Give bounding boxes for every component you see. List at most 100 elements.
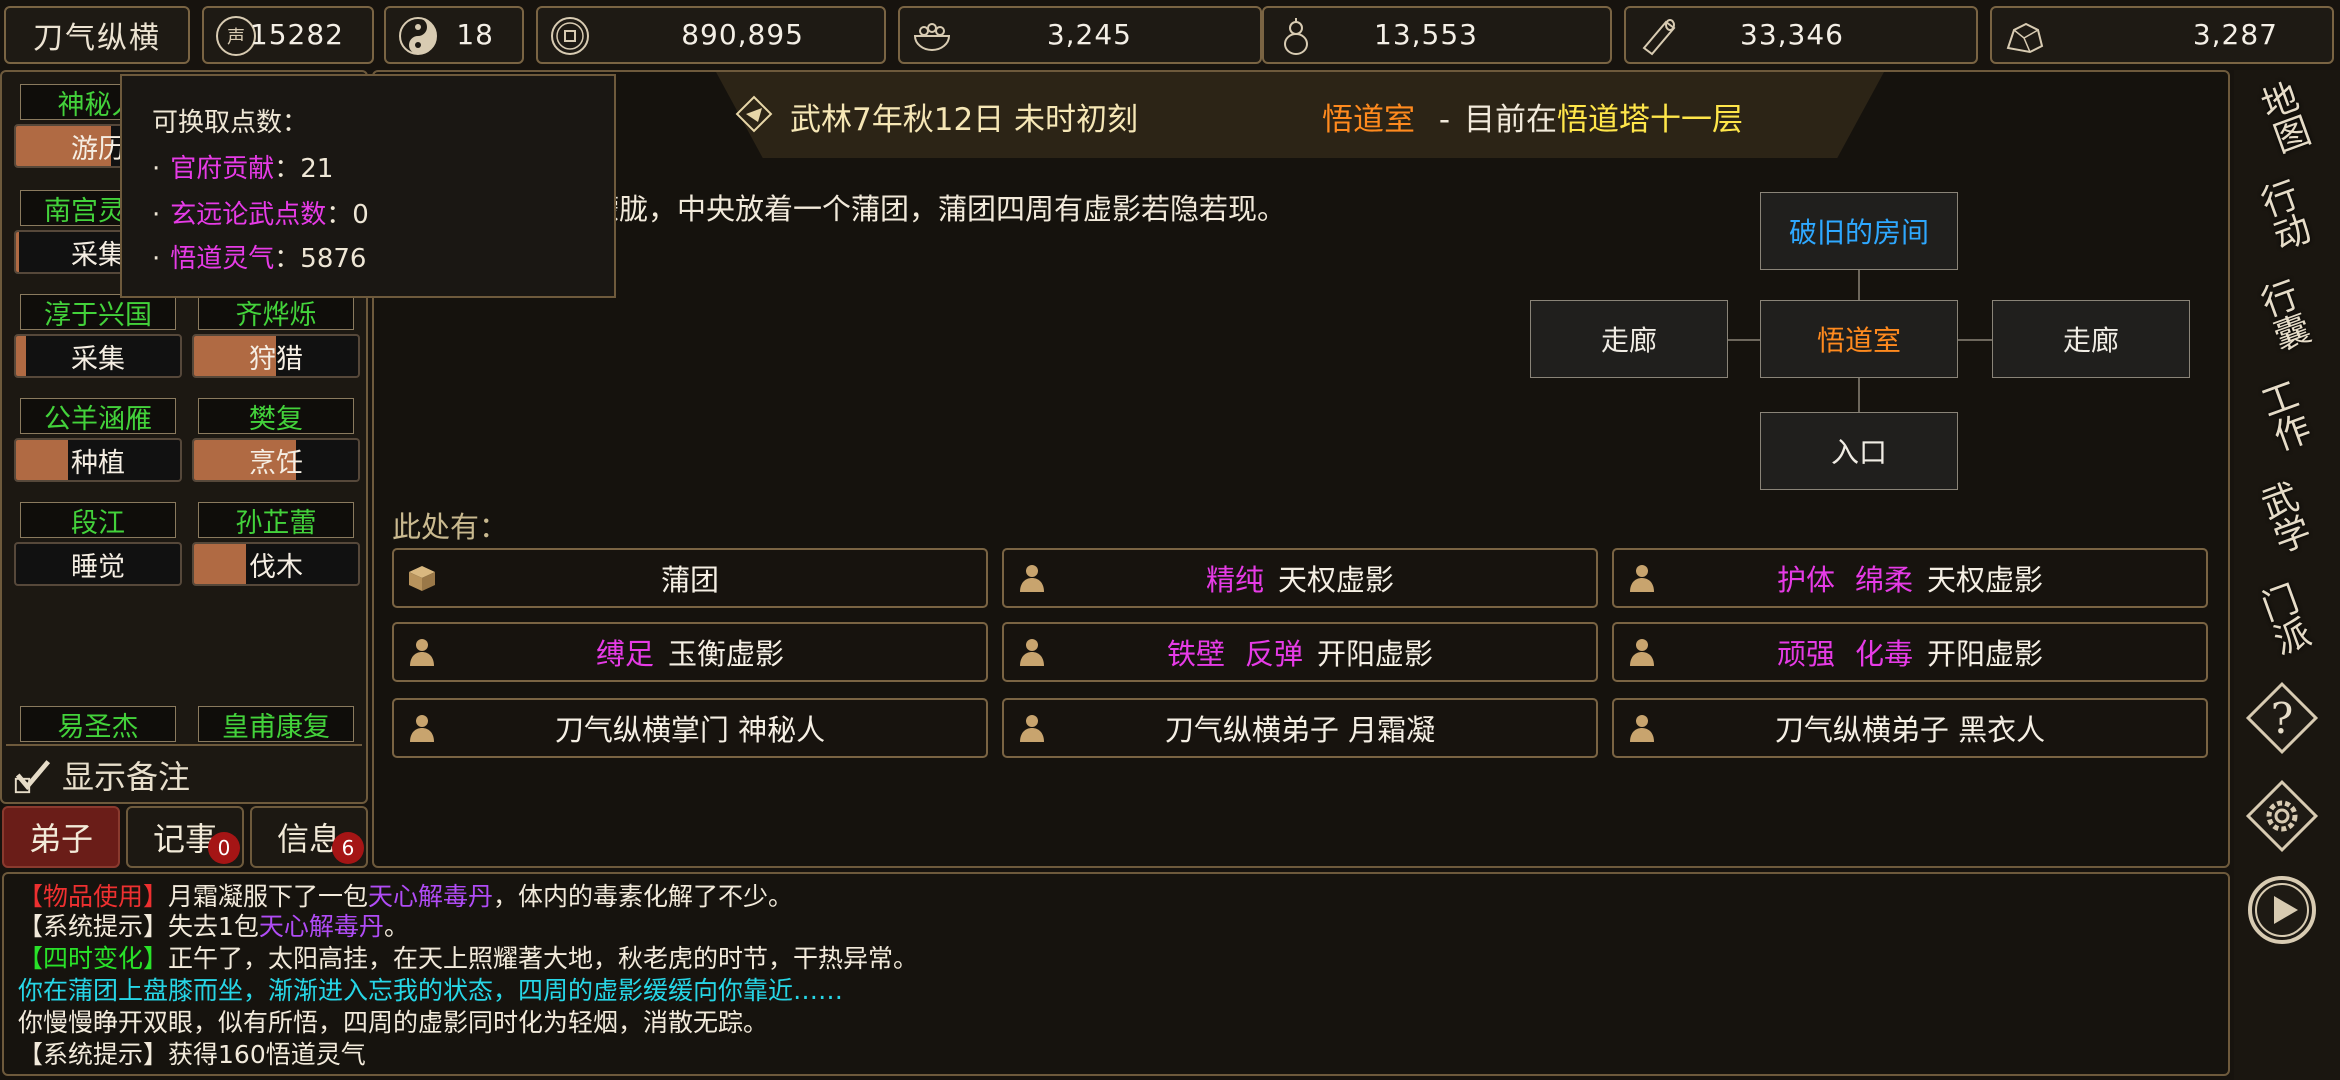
- log-text: 获得160悟道灵气: [168, 1040, 366, 1069]
- tab-disciples[interactable]: 弟子: [2, 806, 120, 868]
- disciple-card[interactable]: 樊复 烹饪: [192, 394, 360, 486]
- log-tag: 【系统提示】: [18, 1040, 169, 1069]
- current-room: 悟道室: [1322, 102, 1415, 138]
- disciple-card[interactable]: 易圣杰: [14, 702, 182, 742]
- herb-gourd-icon: [1284, 18, 1308, 55]
- ore-value: 3,287: [2192, 18, 2278, 51]
- tooltip-item-label: 玄远论武点数: [170, 200, 327, 230]
- npc-tianquan-2[interactable]: 护体 绵柔 天权虚影: [1612, 548, 2208, 608]
- ore-stone-icon: [2006, 22, 2044, 54]
- person-icon: [1630, 565, 1654, 592]
- map-icon[interactable]: 地图: [2242, 76, 2322, 159]
- work-icon[interactable]: 工作: [2242, 375, 2322, 457]
- wood-counter[interactable]: 33,346: [1624, 6, 1978, 64]
- help-label: ?: [2270, 693, 2294, 743]
- side-label: 地图: [2250, 76, 2315, 159]
- disciple-name: 淳于兴国: [20, 294, 176, 331]
- tooltip-item: · 玄远论武点数：0: [152, 200, 369, 230]
- location-text: 悟道室 - 目前在悟道塔十一层: [1322, 94, 1743, 139]
- log-line: 你慢慢睁开双眼，似有所悟，四周的虚影同时化为轻烟，消散无踪。: [18, 1008, 769, 1037]
- reputation-counter[interactable]: 声 15282: [202, 6, 374, 64]
- herb-value: 13,553: [1374, 18, 1478, 51]
- log-tag: 【四时变化】: [18, 944, 169, 973]
- events-count-badge: 0: [208, 832, 240, 864]
- messages-count-badge: 6: [332, 832, 364, 864]
- npc-name: 天权虚影: [1927, 563, 2044, 597]
- herb-counter[interactable]: 13,553: [1262, 6, 1612, 64]
- person-icon: [1020, 565, 1044, 592]
- yinyang-counter[interactable]: 18: [384, 6, 524, 64]
- map-room-north[interactable]: 破旧的房间: [1760, 192, 1958, 270]
- map-room-west[interactable]: 走廊: [1530, 300, 1728, 378]
- room-description: 朦胧，中央放着一个蒲团，蒲团四周有虚影若隐若现。: [590, 192, 1287, 226]
- npc-disciple-yueshuangning[interactable]: 刀气纵横弟子 月霜凝: [1002, 698, 1598, 758]
- ore-counter[interactable]: 3,287: [1990, 6, 2334, 64]
- person-icon: [410, 715, 434, 742]
- play-icon[interactable]: [2242, 870, 2322, 950]
- npc-name: 开阳虚影: [1927, 637, 2044, 671]
- npc-yuheng[interactable]: 缚足 玉衡虚影: [392, 622, 988, 682]
- disciple-card[interactable]: 淳于兴国 采集: [14, 290, 182, 382]
- disciple-card[interactable]: 公羊涵雁 种植: [14, 394, 182, 486]
- npc-name: 开阳虚影: [1317, 637, 1434, 671]
- log-line: 【系统提示】获得160悟道灵气: [18, 1040, 366, 1070]
- log-line: 【四时变化】正午了，太阳高挂，在天上照耀著大地，秋老虎的时节，干热异常。: [18, 944, 918, 974]
- map-room-center[interactable]: 悟道室: [1760, 300, 1958, 378]
- npc-name: 天权虚影: [1278, 563, 1395, 597]
- npc-trait: 缚足: [595, 637, 654, 671]
- action-icon[interactable]: 行动: [2242, 175, 2322, 257]
- map-room-east[interactable]: 走廊: [1992, 300, 2190, 378]
- log-tag: 【系统提示】: [18, 912, 169, 941]
- object-cushion[interactable]: 蒲团: [392, 548, 988, 608]
- tooltip-item: · 官府贡献：21: [152, 154, 334, 184]
- map-connector: [1858, 378, 1860, 412]
- npc-kaiyang-2[interactable]: 顽强 化毒 开阳虚影: [1612, 622, 2208, 682]
- coin-counter[interactable]: 890,895: [536, 6, 886, 64]
- npc-name: 刀气纵横弟子 黑衣人: [1774, 713, 2046, 747]
- disciple-activity-bar: 采集: [14, 334, 182, 378]
- log-text: ，体内的毒素化解了不少。: [493, 882, 794, 911]
- npc-sect-master[interactable]: 刀气纵横掌门 神秘人: [392, 698, 988, 758]
- disciple-name: 公羊涵雁: [20, 398, 176, 435]
- disciple-activity: 狩猎: [249, 343, 303, 375]
- disciple-card[interactable]: 齐烨烁 狩猎: [192, 290, 360, 382]
- log-tag: 【物品使用】: [18, 882, 169, 911]
- npc-name: 玉衡虚影: [668, 637, 785, 671]
- disciple-card[interactable]: 皇甫康复: [192, 702, 360, 742]
- food-counter[interactable]: 3,245: [898, 6, 1262, 64]
- tab-messages-label: 信息: [276, 820, 341, 858]
- tooltip-item-sep: ：: [274, 244, 301, 274]
- npc-trait: 铁壁: [1166, 637, 1225, 671]
- martial-icon[interactable]: 武学: [2242, 476, 2322, 559]
- npc-disciple-heiyiren[interactable]: 刀气纵横弟子 黑衣人: [1612, 698, 2208, 758]
- npc-trait-2: 化毒: [1854, 637, 1913, 671]
- settings-gear-icon[interactable]: [2242, 776, 2322, 856]
- map-room-south[interactable]: 入口: [1760, 412, 1958, 490]
- person-icon: [1630, 639, 1654, 666]
- location-dash: -: [1438, 102, 1451, 138]
- npc-tianquan-1[interactable]: 精纯 天权虚影: [1002, 548, 1598, 608]
- map-connector: [1858, 270, 1860, 300]
- npc-kaiyang-1[interactable]: 铁壁 反弹 开阳虚影: [1002, 622, 1598, 682]
- person-icon: [1020, 715, 1044, 742]
- npc-trait-2: 绵柔: [1854, 563, 1913, 597]
- yinyang-icon: [399, 17, 437, 55]
- log-text: 失去1包: [168, 912, 259, 941]
- show-notes-toggle[interactable]: 显示备注: [6, 744, 362, 798]
- disciple-name: 易圣杰: [20, 706, 176, 742]
- help-icon[interactable]: ?: [2242, 678, 2322, 758]
- bag-icon[interactable]: 行囊: [2242, 274, 2322, 357]
- sect-icon[interactable]: 门派: [2242, 579, 2322, 661]
- disciple-card[interactable]: 孙芷蕾 伐木: [192, 498, 360, 590]
- disciple-card[interactable]: 段江 睡觉: [14, 498, 182, 590]
- side-label: 行囊: [2250, 274, 2315, 357]
- points-tooltip: 可换取点数： · 官府贡献：21 · 玄远论武点数：0 · 悟道灵气：5876: [120, 74, 616, 298]
- cushion-box-icon: [409, 566, 435, 591]
- disciple-activity: 烹饪: [249, 447, 303, 479]
- side-label: 武学: [2250, 476, 2315, 559]
- sect-name-button[interactable]: 刀气纵横: [4, 6, 190, 64]
- tooltip-item-sep: ：: [326, 200, 353, 230]
- tab-disciples-label: 弟子: [28, 820, 93, 858]
- map-connector: [1728, 339, 1760, 341]
- coin-icon: [551, 17, 589, 55]
